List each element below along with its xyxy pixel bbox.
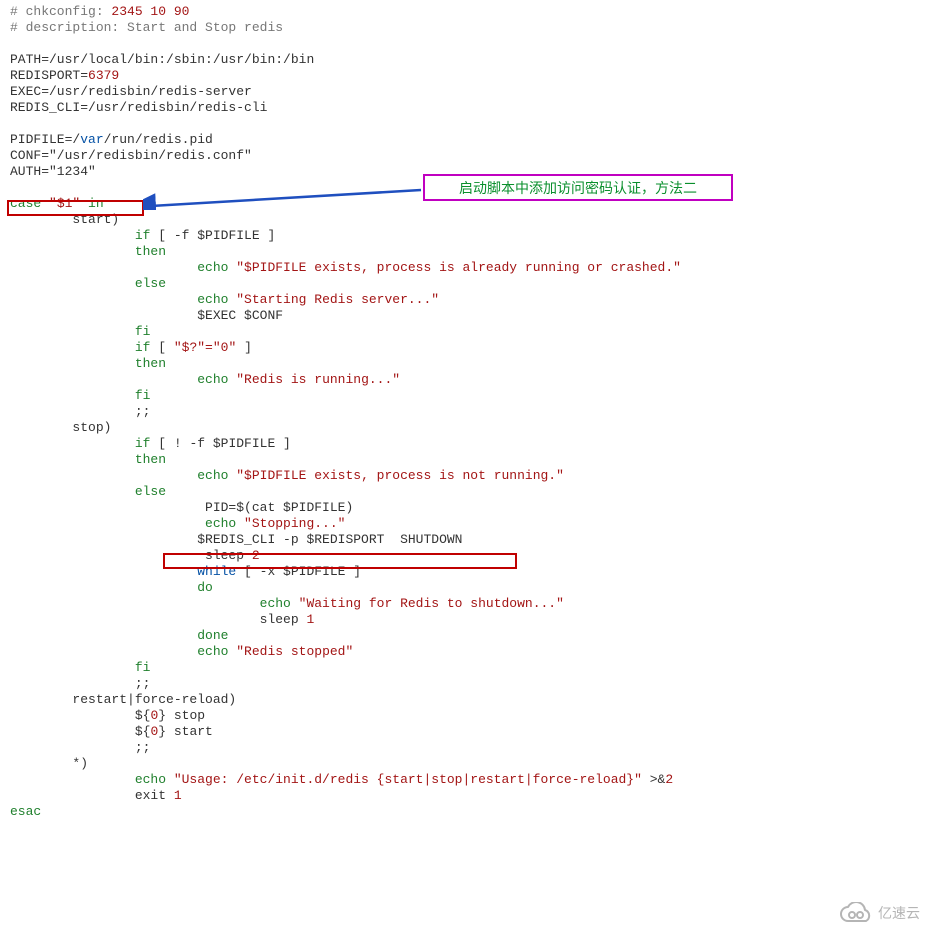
code-kw: done xyxy=(10,628,228,643)
code-line: ;; xyxy=(10,740,150,755)
code-line: REDISPORT= xyxy=(10,68,88,83)
code-line: [ xyxy=(150,340,173,355)
code-kw: else xyxy=(10,484,166,499)
code-line: ;; xyxy=(10,676,150,691)
code-line: $REDIS_CLI -p $REDISPORT SHUTDOWN xyxy=(10,532,462,547)
code-kw: echo xyxy=(10,372,236,387)
code-line: stop) xyxy=(10,420,111,435)
code-block: # chkconfig: 2345 10 90 # description: S… xyxy=(10,4,681,820)
code-kw: echo xyxy=(10,516,244,531)
code-kw: then xyxy=(10,452,166,467)
code-line: restart|force-reload) xyxy=(10,692,236,707)
code-number: 1 xyxy=(174,788,182,803)
code-line: EXEC=/usr/redisbin/redis-server xyxy=(10,84,252,99)
code-number: 2 xyxy=(665,772,673,787)
code-line: exit xyxy=(10,788,174,803)
code-line: *) xyxy=(10,756,88,771)
code-string: "$?"="0" xyxy=(174,340,236,355)
cloud-icon xyxy=(838,902,872,924)
code-line: ${ xyxy=(10,724,150,739)
code-kw: echo xyxy=(10,596,299,611)
code-line: AUTH="1234" xyxy=(10,164,96,179)
code-comment: # chkconfig: xyxy=(10,4,111,19)
code-number: 1 xyxy=(306,612,314,627)
code-kw: then xyxy=(10,356,166,371)
code-kw: echo xyxy=(10,468,236,483)
code-line: } stop xyxy=(158,708,205,723)
code-string: "Redis stopped" xyxy=(236,644,353,659)
code-line: CONF="/usr/redisbin/redis.conf" xyxy=(10,148,252,163)
code-kw: if xyxy=(10,228,150,243)
code-comment: # description: Start and Stop redis xyxy=(10,20,283,35)
code-line: >& xyxy=(642,772,665,787)
code-line: PATH=/usr/local/bin:/sbin:/usr/bin:/bin xyxy=(10,52,314,67)
code-string: "$PIDFILE exists, process is already run… xyxy=(236,260,681,275)
annotation-text: 启动脚本中添加访问密码认证，方法二 xyxy=(459,180,697,196)
code-kw: var xyxy=(80,132,103,147)
code-kw: echo xyxy=(10,644,236,659)
code-line: sleep xyxy=(10,612,306,627)
code-line: [ -f $PIDFILE ] xyxy=(150,228,275,243)
watermark: 亿速云 xyxy=(838,902,920,924)
code-line: REDIS_CLI=/usr/redisbin/redis-cli xyxy=(10,100,267,115)
code-line: ] xyxy=(236,340,252,355)
code-kw: do xyxy=(10,580,213,595)
code-line: ;; xyxy=(10,404,150,419)
code-string: "Redis is running..." xyxy=(236,372,400,387)
annotation-callout: 启动脚本中添加访问密码认证，方法二 xyxy=(423,174,733,201)
code-line: } start xyxy=(158,724,213,739)
code-line: [ ! -f $PIDFILE ] xyxy=(150,436,290,451)
code-line: $EXEC $CONF xyxy=(10,308,283,323)
code-kw: echo xyxy=(10,772,174,787)
code-line: ${ xyxy=(10,708,150,723)
code-string: "$PIDFILE exists, process is not running… xyxy=(236,468,564,483)
code-string: "Stopping..." xyxy=(244,516,345,531)
highlight-box-auth xyxy=(7,200,144,216)
code-kw: fi xyxy=(10,388,150,403)
watermark-text: 亿速云 xyxy=(878,905,920,921)
code-kw: if xyxy=(10,436,150,451)
highlight-box-echo xyxy=(163,553,517,569)
code-line: /run/redis.pid xyxy=(104,132,213,147)
code-kw: fi xyxy=(10,324,150,339)
code-screenshot: # chkconfig: 2345 10 90 # description: S… xyxy=(0,0,932,932)
code-line: PIDFILE=/ xyxy=(10,132,80,147)
code-string: "Waiting for Redis to shutdown..." xyxy=(299,596,564,611)
code-numbers: 2345 10 90 xyxy=(111,4,189,19)
code-kw: esac xyxy=(10,804,41,819)
code-string: "Usage: /etc/init.d/redis {start|stop|re… xyxy=(174,772,642,787)
code-kw: else xyxy=(10,276,166,291)
code-line: PID=$(cat $PIDFILE) xyxy=(10,500,353,515)
code-kw: echo xyxy=(10,292,236,307)
code-kw: if xyxy=(10,340,150,355)
code-kw: echo xyxy=(10,260,236,275)
code-string: "Starting Redis server..." xyxy=(236,292,439,307)
code-kw: fi xyxy=(10,660,150,675)
code-kw: then xyxy=(10,244,166,259)
code-number: 6379 xyxy=(88,68,119,83)
